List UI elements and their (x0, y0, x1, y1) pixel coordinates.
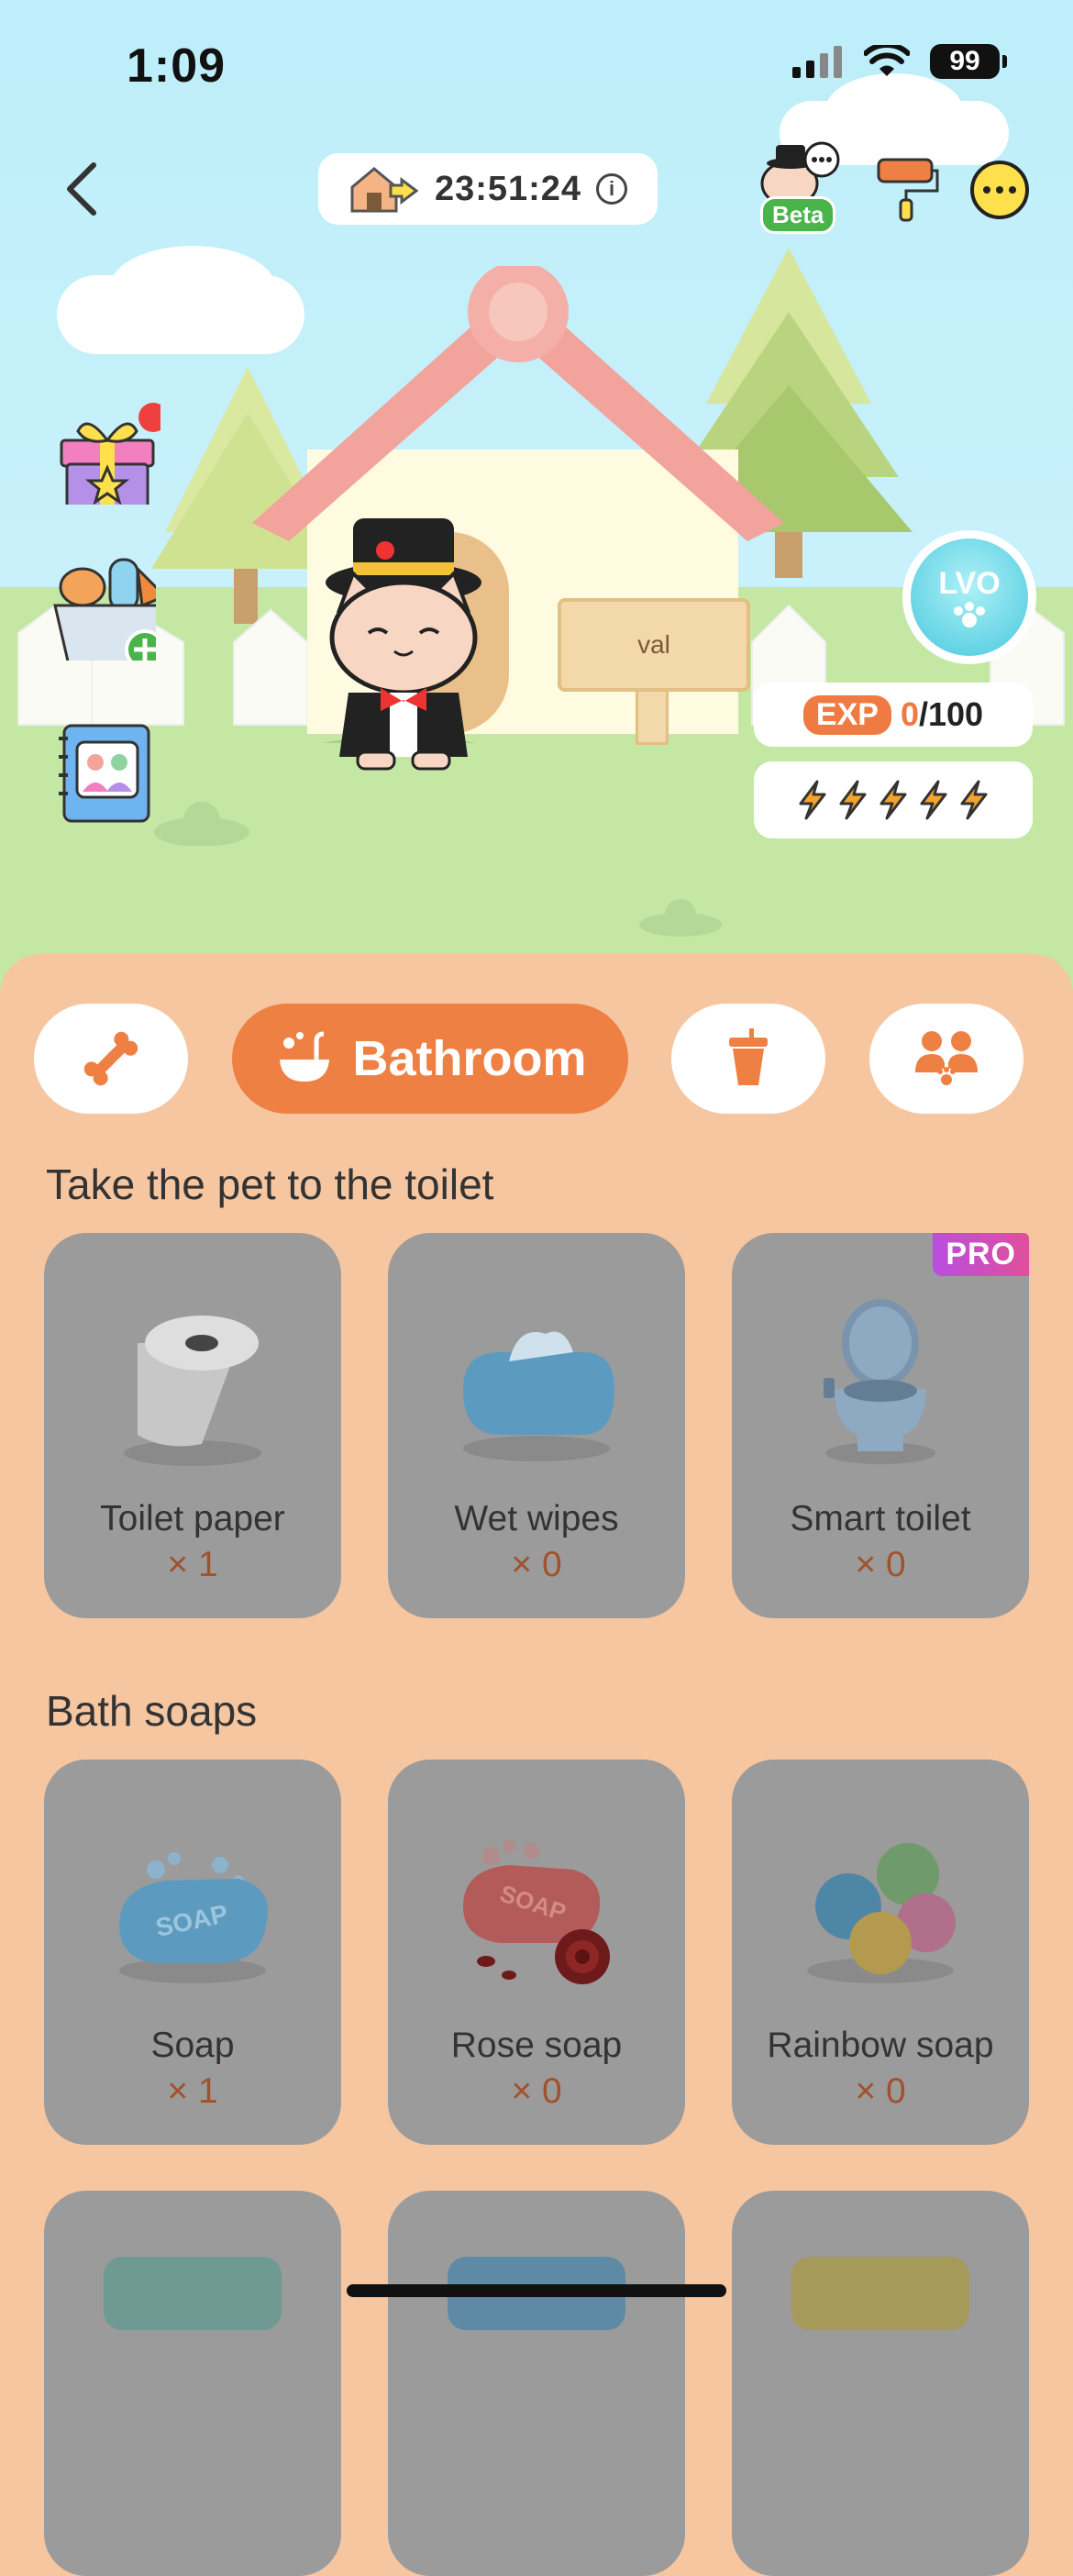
rose-soap-icon: SOAP (463, 1840, 610, 1984)
lightning-icon (839, 780, 867, 820)
exp-label: EXP (802, 694, 891, 735)
bush (639, 899, 722, 937)
item-qty: × 1 (167, 2071, 218, 2111)
bathtub-icon (279, 1031, 329, 1082)
item-card[interactable] (44, 2191, 341, 2576)
bath-bombs-icon (807, 1843, 956, 1983)
lightning-icon (960, 780, 988, 820)
soap-icon: SOAP (119, 1852, 268, 1983)
house-return-icon (350, 167, 419, 213)
paint-roller-icon[interactable] (875, 154, 941, 222)
exp-value: 0/100 (901, 695, 983, 734)
more-options-button[interactable] (970, 161, 1029, 219)
tab-social[interactable] (869, 1004, 1023, 1114)
home-indicator[interactable] (347, 2284, 726, 2297)
pet-scene: val (0, 0, 1073, 991)
energy-display (754, 761, 1033, 838)
status-time: 1:09 (127, 39, 227, 93)
toilet-icon (824, 1299, 935, 1464)
battery-icon: 99 (930, 44, 1007, 79)
bone-icon (83, 1031, 138, 1086)
care-tabs: Bathroom (34, 1004, 1043, 1114)
level-badge[interactable]: LVO (902, 530, 1036, 664)
item-card-smart-toilet[interactable]: PRO Smart toilet × 0 (732, 1233, 1029, 1618)
sign-post (636, 692, 669, 745)
pet-album-icon[interactable] (55, 720, 165, 830)
item-art-partial (104, 2257, 282, 2330)
wet-wipes-icon (463, 1331, 614, 1461)
chevron-left-icon (67, 162, 96, 216)
item-card-toilet-paper[interactable]: Toilet paper × 1 (44, 1233, 341, 1618)
item-card[interactable] (732, 2191, 1029, 2576)
item-name: Rainbow soap (767, 2026, 994, 2065)
level-badge-inner: LVO (911, 539, 1028, 656)
item-name: Smart toilet (790, 1499, 971, 1538)
beta-chat-button[interactable]: Beta (758, 138, 840, 234)
lightning-icon (799, 780, 826, 820)
paw-icon (954, 601, 985, 627)
level-badge-text: LVO (938, 565, 1001, 601)
home-timer[interactable]: 23:51:24 i (318, 153, 658, 225)
tab-food[interactable] (34, 1004, 188, 1114)
wifi-icon (864, 45, 910, 76)
house-sign[interactable]: val (558, 598, 750, 692)
item-qty: × 1 (167, 1545, 218, 1584)
status-icons: 99 (792, 44, 1007, 79)
gift-icon[interactable] (50, 394, 160, 505)
lightning-icon (879, 780, 907, 820)
info-icon[interactable]: i (596, 173, 628, 205)
bush (154, 802, 249, 846)
back-button[interactable] (55, 156, 110, 220)
exp-display: EXP 0/100 (754, 683, 1033, 747)
item-name: Wet wipes (454, 1499, 619, 1538)
item-qty: × 0 (855, 2071, 906, 2111)
tab-bathroom[interactable]: Bathroom (232, 1004, 628, 1114)
item-card-rainbow-soap[interactable]: Rainbow soap × 0 (732, 1760, 1029, 2145)
item-name: Toilet paper (100, 1499, 285, 1538)
item-art-partial (791, 2257, 969, 2330)
family-paw-icon (915, 1031, 978, 1088)
item-card-wet-wipes[interactable]: Wet wipes × 0 (388, 1233, 685, 1618)
item-card-rose-soap[interactable]: SOAP Rose soap × 0 (388, 1760, 685, 2145)
tab-bathroom-label: Bathroom (352, 1031, 587, 1086)
signal-icon (792, 46, 842, 78)
toilet-paper-icon (124, 1316, 261, 1466)
pro-badge: PRO (933, 1233, 1029, 1276)
item-name: Soap (150, 2026, 235, 2065)
section-title-bath-soaps: Bath soaps (46, 1687, 258, 1735)
cat-pet[interactable] (303, 509, 504, 775)
tab-drink[interactable] (671, 1004, 825, 1114)
cloud (825, 73, 963, 147)
cup-icon (729, 1028, 768, 1085)
item-card-soap[interactable]: SOAP Soap × 1 (44, 1760, 341, 2145)
timer-text: 23:51:24 (434, 169, 582, 208)
lightning-icon (920, 780, 947, 820)
exp-current: 0 (900, 695, 919, 733)
section-title-toilet: Take the pet to the toilet (46, 1160, 494, 1208)
food-basket-add-icon[interactable] (46, 550, 156, 661)
item-qty: × 0 (511, 2071, 562, 2111)
exp-max: /100 (919, 695, 984, 733)
item-name: Rose soap (450, 2026, 623, 2065)
beta-tag: Beta (760, 196, 836, 234)
item-qty: × 0 (855, 1545, 906, 1584)
item-qty: × 0 (511, 1545, 562, 1584)
item-card[interactable] (388, 2191, 685, 2576)
